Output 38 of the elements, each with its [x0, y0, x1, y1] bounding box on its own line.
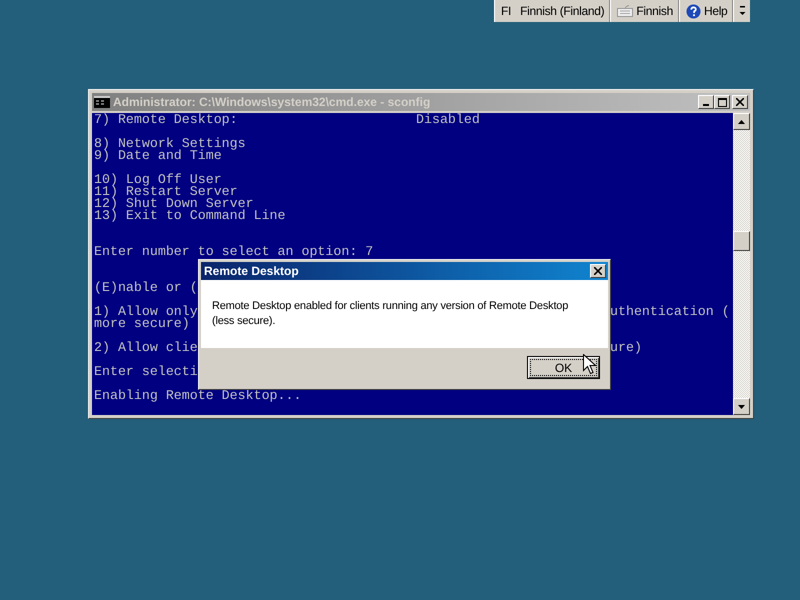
console-line: more secure) — [94, 318, 190, 330]
minimize-button[interactable] — [698, 95, 714, 109]
console-line: 8) Network Settings — [94, 138, 246, 150]
maximize-button[interactable] — [714, 95, 730, 109]
close-button[interactable] — [590, 264, 606, 278]
console-line: ure) — [610, 342, 642, 354]
console-line: Enabling Remote Desktop... — [94, 390, 302, 402]
console-value: Disabled — [416, 114, 480, 126]
console-line: 1) Allow only — [94, 306, 198, 318]
up-arrow-icon — [738, 120, 745, 124]
console-line: 11) Restart Server — [94, 186, 238, 198]
console-line: 7) Remote Desktop: — [94, 114, 238, 126]
console-line: 2) Allow clie — [94, 342, 198, 354]
scrollbar-thumb[interactable] — [733, 231, 750, 251]
close-icon — [594, 267, 602, 275]
console-line: uthentication ( — [610, 306, 730, 318]
console-line: 13) Exit to Command Line — [94, 210, 286, 222]
console-line: 9) Date and Time — [94, 150, 222, 162]
console-line: 10) Log Off User — [94, 174, 222, 186]
maximize-icon — [718, 98, 726, 106]
options-icon — [738, 5, 746, 17]
close-button[interactable] — [732, 95, 748, 109]
close-icon — [736, 98, 744, 106]
console-line: 12) Shut Down Server — [94, 198, 254, 210]
cursor-icon — [583, 354, 596, 374]
console-line: (E)nable or ( — [94, 282, 198, 294]
scroll-down-button[interactable] — [733, 398, 750, 415]
scroll-up-button[interactable] — [733, 113, 750, 130]
keyboard-icon — [617, 5, 634, 17]
console-line: Enter number to select an option: 7 — [94, 246, 374, 258]
console-line: Enter selecti — [94, 366, 198, 378]
console-icon — [94, 96, 110, 108]
window-title: Administrator: C:\Windows\system32\cmd.exe - sconfig — [113, 95, 432, 109]
ok-button[interactable]: OK — [527, 356, 600, 379]
down-arrow-icon — [738, 404, 745, 408]
help-icon — [686, 4, 701, 18]
dialog-title: Remote Desktop — [204, 264, 300, 278]
dialog-message: Remote Desktop enabled for clients running any version of Remote Desktop (less secure). — [212, 299, 570, 329]
